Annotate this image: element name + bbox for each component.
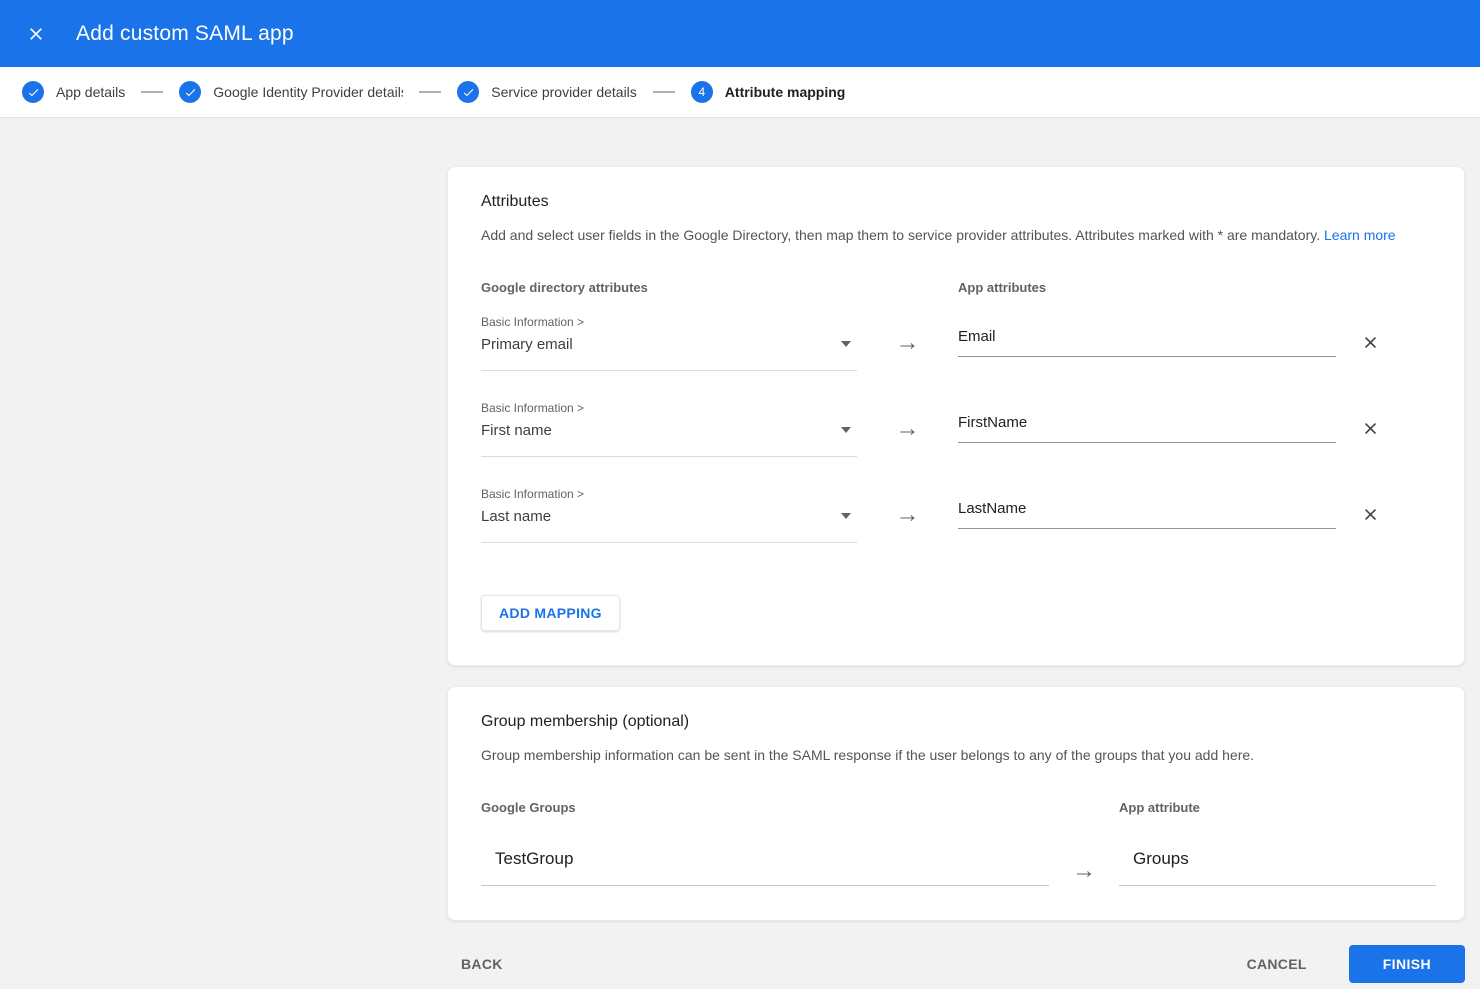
footer-actions: BACK CANCEL FINISH [447,945,1465,989]
select-category-label: Basic Information > [481,401,857,415]
add-mapping-button[interactable]: ADD MAPPING [481,595,620,631]
attributes-card-description: Add and select user fields in the Google… [481,225,1431,246]
app-attribute-header: App attribute [1119,800,1436,815]
directory-attribute-select[interactable]: Basic Information > Primary email [481,315,857,371]
description-text: Add and select user fields in the Google… [481,227,1320,243]
arrow-right-icon: → [857,487,958,573]
app-attribute-input[interactable] [958,414,1336,443]
step-label: App details [56,84,125,100]
step-separator [419,91,441,93]
group-mapping-grid: Google Groups App attribute → [481,800,1431,886]
dropdown-arrow-icon [841,341,851,347]
step-separator [653,91,675,93]
app-attribute-input[interactable] [958,500,1336,529]
back-button[interactable]: BACK [447,946,517,982]
group-app-attribute-input[interactable] [1119,843,1436,886]
remove-mapping-icon[interactable] [1357,415,1384,442]
directory-attribute-select[interactable]: Basic Information > First name [481,401,857,457]
step-attribute-mapping[interactable]: 4 Attribute mapping [691,81,846,103]
check-icon [22,81,44,103]
google-groups-header: Google Groups [481,800,1049,815]
step-app-details[interactable]: App details [22,81,125,103]
arrow-right-icon: → [1049,835,1119,886]
directory-attribute-select[interactable]: Basic Information > Last name [481,487,857,543]
google-groups-input[interactable] [481,843,1049,886]
dropdown-arrow-icon [841,427,851,433]
select-value: Primary email [481,336,857,353]
finish-button[interactable]: FINISH [1349,945,1465,983]
step-label: Attribute mapping [725,84,846,100]
dropdown-arrow-icon [841,513,851,519]
select-category-label: Basic Information > [481,487,857,501]
app-bar: Add custom SAML app [0,0,1480,67]
group-card-title: Group membership (optional) [481,713,1431,731]
attributes-card: Attributes Add and select user fields in… [447,166,1465,666]
google-directory-attributes-header: Google directory attributes [481,280,857,295]
group-membership-card: Group membership (optional) Group member… [447,686,1465,921]
step-number: 4 [691,81,713,103]
step-label: Google Identity Provider details [213,84,403,100]
remove-mapping-icon[interactable] [1357,329,1384,356]
remove-mapping-icon[interactable] [1357,501,1384,528]
select-value: Last name [481,508,857,525]
close-icon[interactable] [14,12,58,56]
app-attributes-header: App attributes [958,280,1336,295]
select-value: First name [481,422,857,439]
learn-more-link[interactable]: Learn more [1324,227,1396,243]
group-card-description: Group membership information can be sent… [481,745,1431,766]
cancel-button[interactable]: CANCEL [1233,946,1321,982]
select-category-label: Basic Information > [481,315,857,329]
arrow-right-icon: → [857,401,958,487]
attributes-card-title: Attributes [481,193,1431,211]
check-icon [179,81,201,103]
arrow-right-icon: → [857,315,958,401]
check-icon [457,81,479,103]
app-attribute-input[interactable] [958,328,1336,357]
step-separator [141,91,163,93]
page-title: Add custom SAML app [76,22,294,46]
step-label: Service provider details [491,84,637,100]
mapping-grid: Google directory attributes App attribut… [481,280,1431,573]
step-sp-details[interactable]: Service provider details [457,81,637,103]
stepper: App details Google Identity Provider det… [0,67,1480,118]
main-content: Attributes Add and select user fields in… [0,118,1480,921]
step-idp-details[interactable]: Google Identity Provider details [179,81,403,103]
